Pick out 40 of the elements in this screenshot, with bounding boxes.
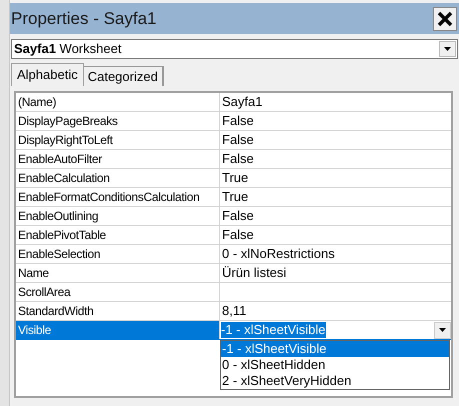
caret-icon <box>439 328 446 332</box>
property-name[interactable]: EnablePivotTable <box>16 226 220 244</box>
tab[interactable]: Categorized <box>84 66 164 86</box>
property-name[interactable]: Visible <box>16 321 220 339</box>
tab[interactable]: Alphabetic <box>11 63 84 86</box>
property-value: False <box>221 207 255 225</box>
close-icon <box>437 10 453 26</box>
dropdown-option[interactable]: 2 - xlSheetVeryHidden <box>221 373 449 389</box>
value-dropdown-text: -1 - xlSheetVisible <box>221 322 326 338</box>
property-name[interactable]: EnableOutlining <box>16 207 220 225</box>
property-name[interactable]: ScrollArea <box>16 283 220 301</box>
property-name[interactable]: (Name) <box>16 93 220 111</box>
property-value: 8,11 <box>221 302 248 320</box>
window-title: Properties - Sayfa1 <box>11 8 157 30</box>
object-selector-text: Sayfa1 Worksheet <box>13 40 122 58</box>
property-value: False <box>221 131 255 149</box>
property-name[interactable]: DisplayPageBreaks <box>16 112 220 130</box>
dropdown-option[interactable]: 0 - xlSheetHidden <box>221 357 449 373</box>
value-dropdown[interactable]: -1 - xlSheetVisible <box>220 321 451 339</box>
property-name[interactable]: EnableSelection <box>16 245 220 263</box>
property-value: 0 - xlNoRestrictions <box>221 245 336 263</box>
object-selector[interactable]: Sayfa1 Worksheet <box>11 39 458 59</box>
property-value: Ürün listesi <box>221 264 288 282</box>
property-name[interactable]: DisplayRightToLeft <box>16 131 220 149</box>
caret-icon <box>444 47 451 51</box>
property-name[interactable]: EnableAutoFilter <box>16 150 220 168</box>
dropdown-button[interactable] <box>439 41 456 57</box>
property-value: False <box>221 150 255 168</box>
property-value: Sayfa1 <box>221 93 264 111</box>
dropdown-option[interactable]: -1 - xlSheetVisible <box>221 341 449 357</box>
property-name[interactable]: Name <box>16 264 220 282</box>
property-value: True <box>221 188 250 206</box>
close-button[interactable] <box>433 6 457 30</box>
property-name[interactable]: StandardWidth <box>16 302 220 320</box>
property-value: False <box>221 226 255 244</box>
property-value: False <box>221 112 255 130</box>
property-value: True <box>221 169 250 187</box>
dropdown-button[interactable] <box>434 322 451 338</box>
property-name[interactable]: EnableFormatConditionsCalculation <box>16 188 220 206</box>
property-name[interactable]: EnableCalculation <box>16 169 220 187</box>
